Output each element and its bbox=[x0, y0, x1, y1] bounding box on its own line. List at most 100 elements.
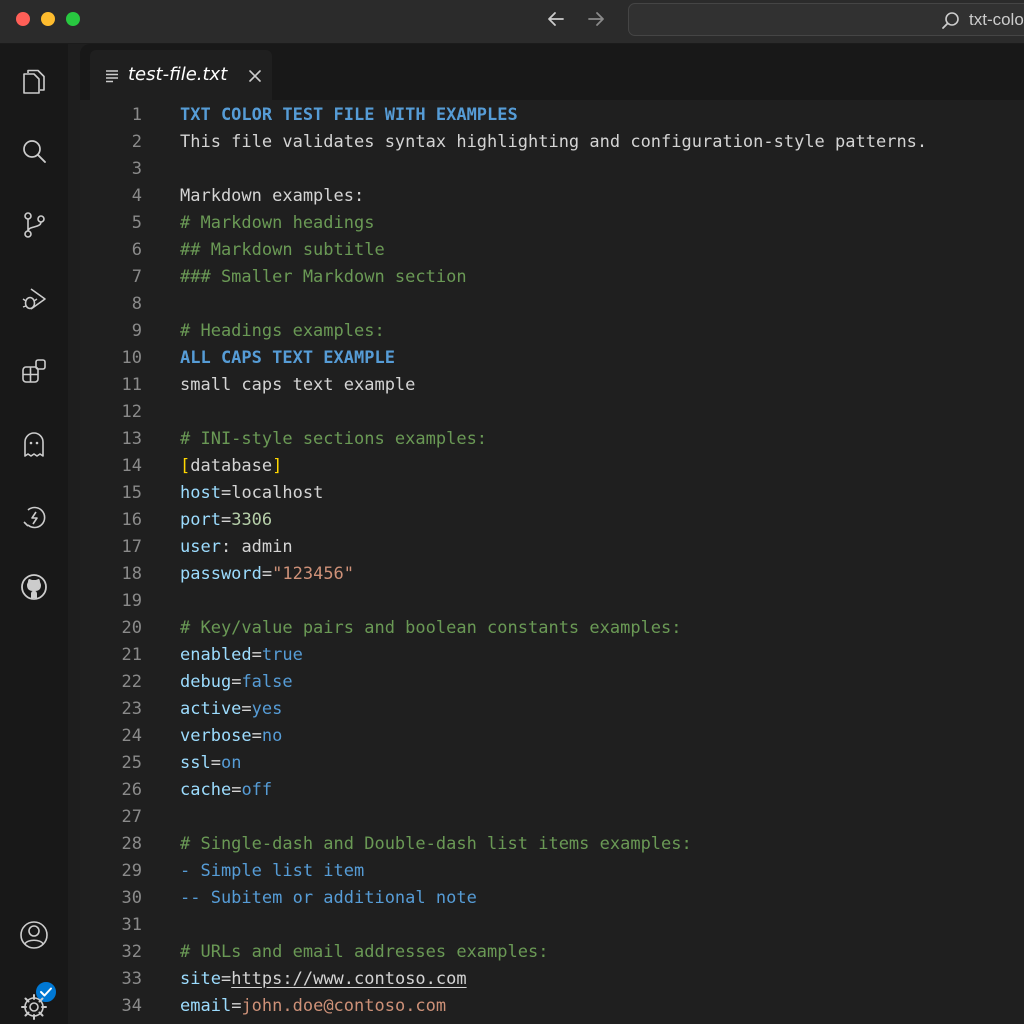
accounts-button[interactable] bbox=[17, 918, 51, 952]
code-token: small caps text example bbox=[180, 375, 416, 395]
code-token[interactable]: john.doe@contoso.com bbox=[241, 996, 446, 1016]
github-button[interactable] bbox=[17, 570, 51, 604]
code-line[interactable]: 5 # Markdown headings bbox=[80, 210, 1024, 237]
code-line[interactable]: 32 # URLs and email addresses examples: bbox=[80, 939, 1024, 966]
line-number: 22 bbox=[121, 672, 142, 692]
line-number: 5 bbox=[131, 213, 142, 233]
accounts-icon bbox=[20, 921, 48, 949]
line-number: 15 bbox=[121, 483, 142, 503]
line-content: user: admin bbox=[180, 534, 293, 561]
code-line[interactable]: 16 port=3306 bbox=[80, 507, 1024, 534]
code-token: ## Markdown subtitle bbox=[180, 240, 385, 260]
code-line[interactable]: 21 enabled=true bbox=[80, 642, 1024, 669]
tab-label: test-file.txt bbox=[128, 64, 228, 85]
code-editor[interactable]: 1 TXT COLOR TEST FILE WITH EXAMPLES 2 This … bbox=[80, 100, 1024, 1024]
code-line[interactable]: 31 bbox=[80, 912, 1024, 939]
code-line[interactable]: 1 TXT COLOR TEST FILE WITH EXAMPLES bbox=[80, 102, 1024, 129]
code-line[interactable]: 26 cache=off bbox=[80, 777, 1024, 804]
code-line[interactable]: 29 - Simple list item bbox=[80, 858, 1024, 885]
line-number: 12 bbox=[121, 402, 142, 422]
go-forward-button[interactable] bbox=[584, 7, 608, 31]
code-line[interactable]: 18 password="123456" bbox=[80, 561, 1024, 588]
code-token: # Headings examples: bbox=[180, 321, 385, 341]
code-line[interactable]: 17 user: admin bbox=[80, 534, 1024, 561]
code-line[interactable]: 9 # Headings examples: bbox=[80, 318, 1024, 345]
source-control-button[interactable] bbox=[17, 208, 51, 242]
line-number: 18 bbox=[121, 564, 142, 584]
code-token: = bbox=[220, 969, 232, 989]
code-token: - Simple list item bbox=[180, 861, 365, 881]
code-token: admin bbox=[241, 537, 293, 557]
code-token: false bbox=[241, 672, 293, 692]
code-line[interactable]: 34 email=john.doe@contoso.com bbox=[80, 993, 1024, 1020]
code-line[interactable]: 22 debug=false bbox=[80, 669, 1024, 696]
code-token: "123456" bbox=[272, 564, 355, 584]
close-window-button[interactable] bbox=[16, 12, 30, 26]
code-token: # Single-dash and Double-dash list items… bbox=[180, 834, 692, 854]
line-content: # Single-dash and Double-dash list items… bbox=[180, 831, 692, 858]
code-line[interactable]: 10 ALL CAPS TEXT EXAMPLE bbox=[80, 345, 1024, 372]
minimize-window-button[interactable] bbox=[41, 12, 55, 26]
line-number: 34 bbox=[121, 996, 142, 1016]
code-token: active bbox=[180, 699, 242, 719]
extensions-button[interactable] bbox=[17, 354, 51, 388]
line-content: - Simple list item bbox=[180, 858, 364, 885]
code-token: ### Smaller Markdown section bbox=[180, 267, 467, 287]
code-line[interactable]: 11 small caps text example bbox=[80, 372, 1024, 399]
code-line[interactable]: 8 bbox=[80, 291, 1024, 318]
code-token: true bbox=[261, 645, 303, 665]
line-number: 29 bbox=[121, 861, 142, 881]
close-icon[interactable] bbox=[246, 67, 264, 85]
code-token: off bbox=[241, 780, 273, 800]
code-line[interactable]: 6 ## Markdown subtitle bbox=[80, 237, 1024, 264]
line-number: 14 bbox=[121, 456, 142, 476]
code-token: = bbox=[251, 645, 262, 665]
run-debug-button[interactable] bbox=[17, 282, 51, 316]
code-line[interactable]: 12 bbox=[80, 399, 1024, 426]
maximize-window-button[interactable] bbox=[66, 12, 80, 26]
line-number: 2 bbox=[131, 132, 142, 152]
line-content: [database] bbox=[180, 453, 282, 480]
code-line[interactable]: 7 ### Smaller Markdown section bbox=[80, 264, 1024, 291]
command-center-search[interactable]: txt-colors bbox=[628, 3, 1024, 36]
copilot-chat-button[interactable] bbox=[17, 428, 51, 462]
code-line[interactable]: 25 ssl=on bbox=[80, 750, 1024, 777]
go-back-button[interactable] bbox=[544, 7, 568, 31]
tab-test-file[interactable]: test-file.txt bbox=[90, 50, 272, 100]
code-token: = bbox=[231, 780, 242, 800]
copilot-icon bbox=[24, 432, 44, 457]
code-line[interactable]: 2 This file validates syntax highlighting… bbox=[80, 129, 1024, 156]
code-token: cache bbox=[180, 780, 232, 800]
explorer-button[interactable] bbox=[17, 64, 51, 98]
remote-explorer-button[interactable] bbox=[17, 500, 51, 534]
code-line[interactable]: 24 verbose=no bbox=[80, 723, 1024, 750]
code-token: yes bbox=[251, 699, 283, 719]
line-content: # URLs and email addresses examples: bbox=[180, 939, 548, 966]
search-icon bbox=[942, 12, 959, 29]
code-line[interactable]: 3 bbox=[80, 156, 1024, 183]
search-view-button[interactable] bbox=[17, 134, 51, 168]
code-line[interactable]: 13 # INI-style sections examples: bbox=[80, 426, 1024, 453]
code-token: ssl bbox=[180, 753, 211, 773]
code-token[interactable]: https://www.contoso.com bbox=[231, 969, 466, 989]
code-token: # Key/value pairs and boolean constants … bbox=[180, 618, 682, 638]
code-line[interactable]: 15 host=localhost bbox=[80, 480, 1024, 507]
code-line[interactable]: 23 active=yes bbox=[80, 696, 1024, 723]
line-number: 19 bbox=[121, 591, 142, 611]
code-line[interactable]: 33 site=https://www.contoso.com bbox=[80, 966, 1024, 993]
code-line[interactable]: 30 -- Subitem or additional note bbox=[80, 885, 1024, 912]
line-content: site=https://www.contoso.com bbox=[180, 966, 467, 993]
code-line[interactable]: 14 [database] bbox=[80, 453, 1024, 480]
remote-explorer-icon bbox=[23, 506, 46, 529]
code-line[interactable]: 4 Markdown examples: bbox=[80, 183, 1024, 210]
code-line[interactable]: 28 # Single-dash and Double-dash list ite… bbox=[80, 831, 1024, 858]
line-number: 33 bbox=[121, 969, 142, 989]
code-token: 3306 bbox=[231, 510, 273, 530]
line-number: 3 bbox=[131, 159, 142, 179]
manage-settings-button[interactable] bbox=[17, 990, 51, 1024]
code-token: no bbox=[261, 726, 283, 746]
code-line[interactable]: 20 # Key/value pairs and boolean constant… bbox=[80, 615, 1024, 642]
code-line[interactable]: 19 bbox=[80, 588, 1024, 615]
line-content: # Key/value pairs and boolean constants … bbox=[180, 615, 682, 642]
code-line[interactable]: 27 bbox=[80, 804, 1024, 831]
